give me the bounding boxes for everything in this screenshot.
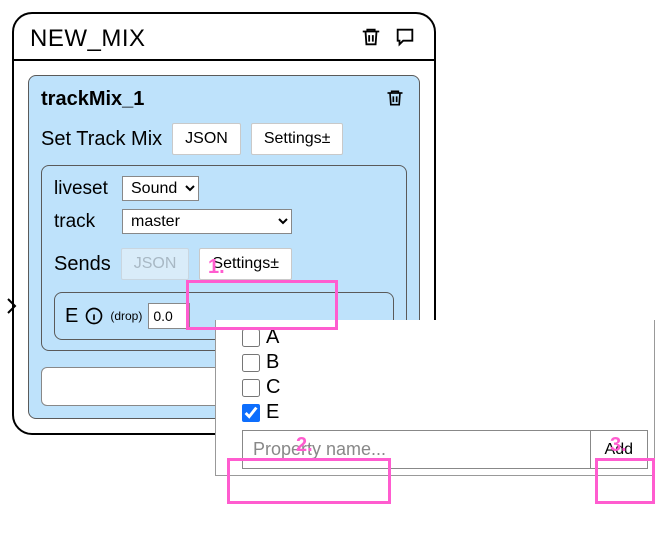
checkbox-b[interactable]	[242, 354, 260, 372]
card-header-icons	[358, 24, 418, 53]
check-label: A	[266, 326, 279, 349]
json-button[interactable]: JSON	[172, 123, 241, 155]
add-button[interactable]: Add	[591, 430, 648, 469]
panel-header: trackMix_1	[41, 86, 407, 113]
send-e-label: E	[65, 305, 78, 328]
sends-row: Sends JSON Settings±	[54, 248, 394, 280]
trash-icon	[360, 26, 382, 51]
track-row: track master	[54, 209, 394, 234]
check-option-e[interactable]: E	[242, 401, 648, 424]
sends-settings-button[interactable]: Settings±	[199, 248, 292, 280]
comment-button[interactable]	[392, 24, 418, 53]
check-option-c[interactable]: C	[242, 376, 648, 399]
check-label: B	[266, 351, 279, 374]
send-value-input[interactable]	[148, 303, 190, 329]
check-option-a[interactable]: A	[242, 326, 648, 349]
checkbox-a[interactable]	[242, 329, 260, 347]
add-property-row: Add	[222, 430, 648, 469]
liveset-label: liveset	[54, 178, 116, 200]
check-label: E	[266, 401, 279, 424]
set-track-mix-row: Set Track Mix JSON Settings±	[41, 123, 407, 155]
sends-json-button[interactable]: JSON	[121, 248, 190, 280]
track-select[interactable]: master	[122, 209, 292, 234]
check-label: C	[266, 376, 280, 399]
settings-button[interactable]: Settings±	[251, 123, 344, 155]
settings-popover: A B C E Add	[215, 320, 655, 476]
panel-title: trackMix_1	[41, 88, 144, 111]
check-option-b[interactable]: B	[242, 351, 648, 374]
chat-icon	[394, 26, 416, 51]
set-track-mix-label: Set Track Mix	[41, 128, 162, 151]
liveset-select[interactable]: Sound	[122, 176, 199, 201]
sends-label: Sends	[54, 253, 111, 276]
card-title: NEW_MIX	[30, 25, 146, 53]
property-name-input[interactable]	[242, 430, 591, 469]
liveset-row: liveset Sound	[54, 176, 394, 201]
delete-panel-button[interactable]	[383, 86, 407, 113]
trash-icon	[385, 88, 405, 111]
track-label: track	[54, 211, 116, 233]
checkbox-e[interactable]	[242, 404, 260, 422]
delete-card-button[interactable]	[358, 24, 384, 53]
card-header: NEW_MIX	[14, 14, 434, 59]
checkbox-c[interactable]	[242, 379, 260, 397]
info-icon[interactable]	[84, 306, 104, 326]
property-checklist: A B C E	[222, 326, 648, 424]
drop-label: (drop)	[110, 309, 142, 323]
